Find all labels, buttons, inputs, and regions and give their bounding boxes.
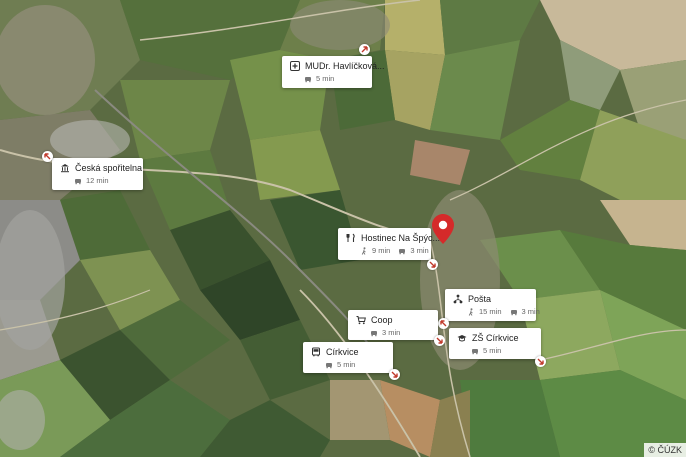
car-time: 3 min [410,246,429,255]
post-icon [453,294,463,304]
bank-icon [60,163,70,173]
car-time: 5 min [483,346,502,355]
pointer-arrow-icon [42,151,53,162]
place-name: MUDr. Havlíčková... [305,61,385,71]
place-card-sporitelna[interactable]: Česká spořitelna 12 min [52,158,143,190]
pointer-arrow-icon [427,259,438,270]
restaurant-icon [346,233,356,243]
pointer-arrow-icon [535,356,546,367]
shop-icon [356,315,366,325]
map-copyright: © ČÚZK [644,443,686,457]
car-icon [304,75,312,83]
place-name: Hostinec Na Špýc... [361,233,441,243]
car-icon [370,329,378,337]
place-card-cirkvice[interactable]: Církvice 5 min [303,342,393,373]
pointer-arrow-icon [389,369,400,380]
place-card-hostinec[interactable]: Hostinec Na Špýc... 9 min 3 min [338,228,440,260]
place-card-mudr[interactable]: MUDr. Havlíčková... 5 min [282,56,385,88]
pointer-arrow-icon [438,318,449,329]
car-icon [325,361,333,369]
bus-icon [311,347,321,357]
car-time: 3 min [521,307,540,316]
walk-time: 9 min [372,246,391,255]
place-name: Česká spořitelna [75,163,143,173]
walk-icon [360,246,368,255]
car-icon [74,177,82,185]
place-name: Coop [371,315,393,325]
walk-icon [467,307,475,316]
walk-time: 15 min [479,307,502,316]
pointer-arrow-icon [359,44,370,55]
place-card-coop[interactable]: Coop 3 min [348,310,438,340]
place-card-posta[interactable]: Pošta 15 min 3 min [445,289,540,321]
car-time: 5 min [316,74,335,83]
school-icon [457,333,467,343]
car-time: 12 min [86,176,109,185]
car-time: 3 min [382,328,401,337]
place-card-zs[interactable]: ZŠ Církvice 5 min [449,328,541,359]
car-icon [398,247,406,255]
car-icon [471,347,479,355]
car-time: 5 min [337,360,356,369]
place-name: Pošta [468,294,492,304]
pointer-arrow-icon [434,335,445,346]
place-name: Církvice [326,347,359,357]
car-icon [510,308,518,316]
place-name: ZŠ Církvice [472,333,519,343]
medical-icon [290,61,300,71]
